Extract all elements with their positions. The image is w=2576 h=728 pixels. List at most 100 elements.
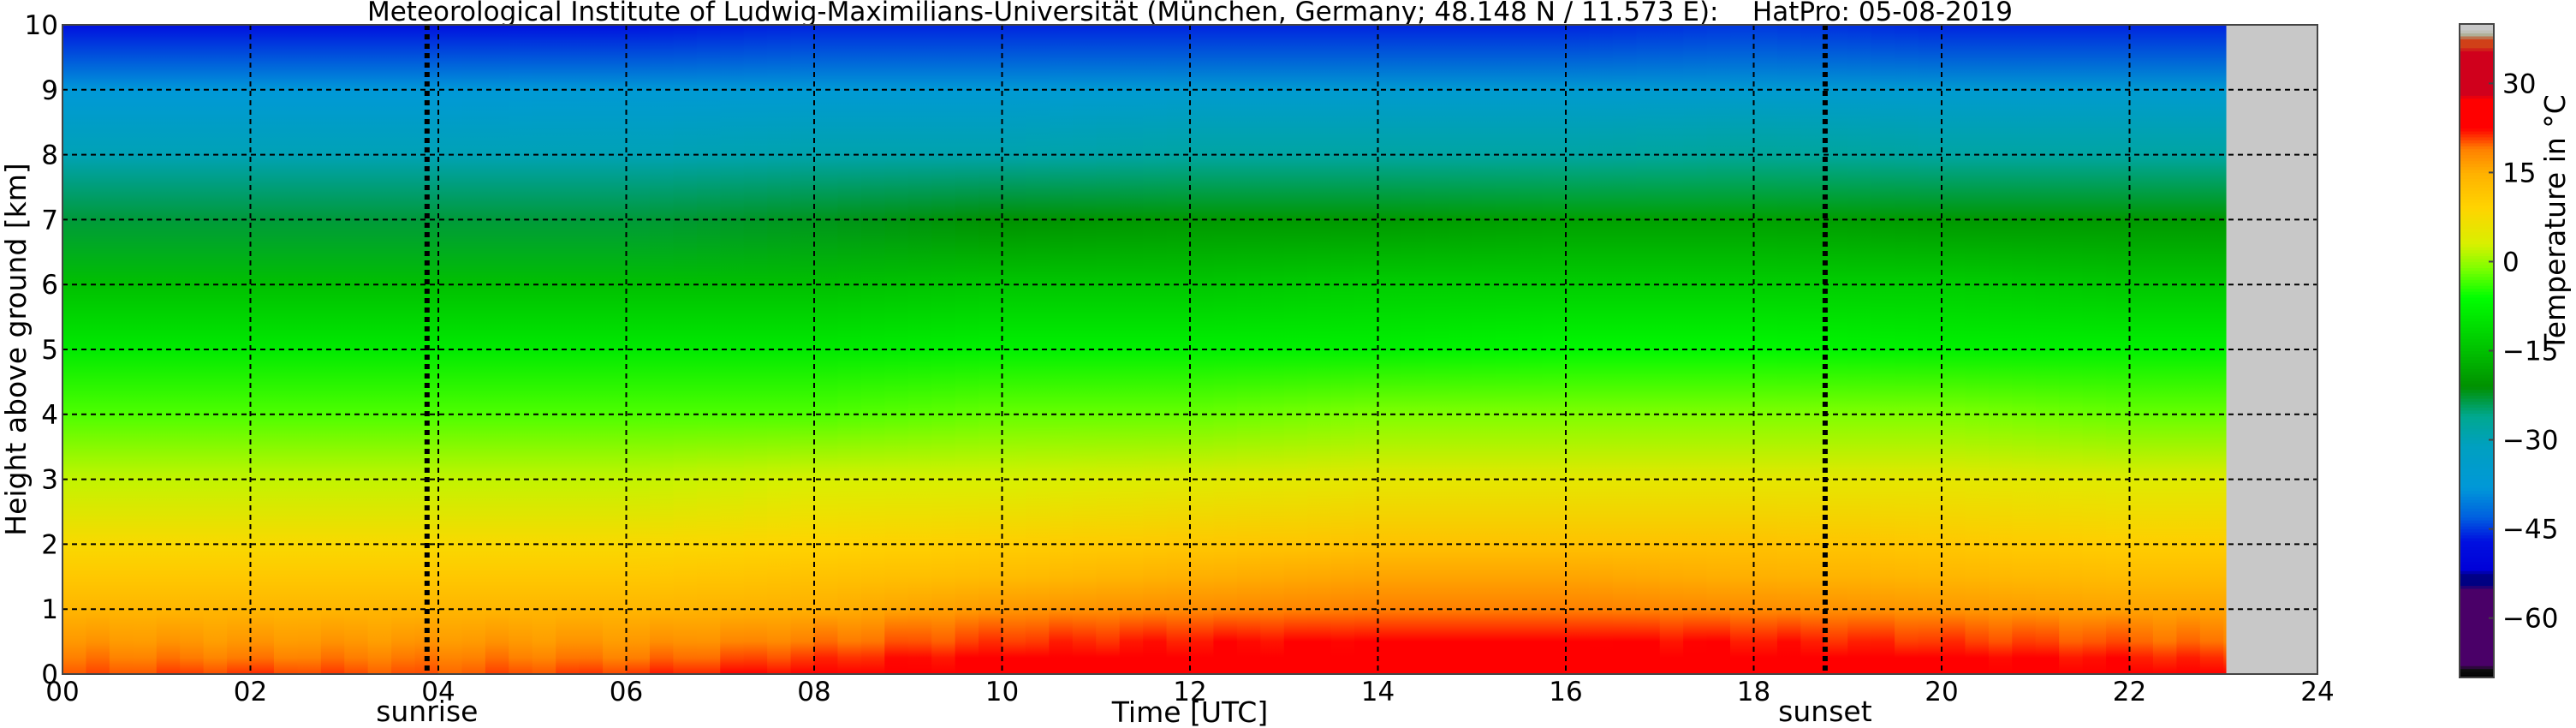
heatmap-column	[133, 25, 158, 674]
heatmap-column	[461, 25, 486, 674]
colorbar-tick-label: −60	[2502, 604, 2558, 635]
colorbar-segment	[2460, 69, 2494, 73]
colorbar-segment	[2460, 118, 2494, 123]
colorbar-segment	[2460, 475, 2494, 480]
colorbar-segment	[2460, 33, 2494, 37]
heatmap-column	[86, 25, 110, 674]
x-tick-label: 24	[2300, 677, 2334, 707]
colorbar-segment	[2460, 107, 2494, 111]
colorbar-segment	[2460, 160, 2494, 164]
colorbar-segment	[2460, 273, 2494, 277]
colorbar-segment	[2460, 95, 2494, 99]
colorbar-segment	[2460, 448, 2494, 453]
colorbar-segment	[2460, 609, 2494, 613]
colorbar-segment	[2460, 225, 2494, 230]
colorbar-segment	[2460, 308, 2494, 313]
colorbar-segment	[2460, 71, 2494, 75]
heatmap-column	[1800, 25, 1825, 674]
colorbar-segment	[2460, 187, 2494, 191]
colorbar-segment	[2460, 291, 2494, 295]
colorbar-segment	[2460, 297, 2494, 301]
colorbar-segment	[2460, 130, 2494, 134]
colorbar-segment	[2460, 63, 2494, 67]
colorbar-segment	[2460, 498, 2494, 503]
colorbar-segment	[2460, 656, 2494, 660]
colorbar-segment	[2460, 594, 2494, 598]
colorbar-segment	[2460, 433, 2494, 438]
colorbar-segment	[2460, 164, 2494, 168]
colorbar-segment	[2460, 597, 2494, 601]
colorbar-segment	[2460, 636, 2494, 640]
heatmap-column	[273, 25, 298, 674]
colorbar-segment	[2460, 630, 2494, 634]
heatmap-column	[1753, 25, 1778, 674]
colorbar-segment	[2460, 492, 2494, 498]
heatmap-column	[509, 25, 533, 674]
colorbar-segment	[2460, 342, 2494, 346]
colorbar-segment	[2460, 671, 2494, 676]
colorbar-segment	[2460, 644, 2494, 648]
y-axis-label: Height above ground [km]	[0, 163, 33, 536]
x-tick-label: 22	[2113, 677, 2146, 707]
colorbar-segment	[2460, 356, 2494, 361]
colorbar-segment	[2460, 235, 2494, 239]
x-tick-label: 18	[1737, 677, 1770, 707]
colorbar-segment	[2460, 409, 2494, 414]
colorbar-segment	[2460, 146, 2494, 150]
colorbar-segment	[2460, 300, 2494, 304]
colorbar-segment	[2460, 124, 2494, 128]
colorbar-segment	[2460, 520, 2494, 524]
colorbar-tick-label: −45	[2502, 515, 2558, 546]
colorbar-segment	[2460, 454, 2494, 458]
colorbar-segment	[2460, 457, 2494, 462]
colorbar-segment	[2460, 431, 2494, 435]
y-tick-label: 3	[41, 465, 58, 496]
colorbar-segment	[2460, 92, 2494, 96]
colorbar-segment	[2460, 320, 2494, 325]
colorbar-segment	[2460, 650, 2494, 654]
colorbar-segment	[2460, 552, 2494, 557]
colorbar-segment	[2460, 377, 2494, 381]
colorbar-segment	[2460, 193, 2494, 197]
y-tick-label: 6	[41, 270, 58, 301]
colorbar-segment	[2460, 591, 2494, 595]
colorbar-segment	[2460, 205, 2494, 209]
colorbar-segment	[2460, 549, 2494, 553]
colorbar-segment	[2460, 472, 2494, 476]
colorbar-segment	[2460, 386, 2494, 391]
colorbar-segment	[2460, 312, 2494, 316]
colorbar-segment	[2460, 98, 2494, 102]
colorbar-segment	[2460, 140, 2494, 144]
colorbar-segment	[2460, 27, 2494, 31]
chart-title: Meteorological Institute of Ludwig-Maxim…	[367, 0, 2013, 27]
colorbar-segment	[2460, 383, 2494, 387]
colorbar-segment	[2460, 237, 2494, 242]
colorbar-segment	[2460, 199, 2494, 203]
colorbar-segment	[2460, 285, 2494, 289]
colorbar-segment	[2460, 401, 2494, 405]
y-tick-label: 8	[41, 140, 58, 171]
heatmap-column	[2129, 25, 2154, 674]
colorbar-segment	[2460, 253, 2494, 257]
colorbar-segment	[2460, 158, 2494, 162]
colorbar-segment	[2460, 603, 2494, 607]
colorbar-segment	[2460, 51, 2494, 55]
colorbar-segment	[2460, 564, 2494, 569]
colorbar-segment	[2460, 443, 2494, 447]
colorbar-segment	[2460, 469, 2494, 474]
colorbar-segment	[2460, 282, 2494, 286]
colorbar-segment	[2460, 397, 2494, 403]
colorbar-segment	[2460, 558, 2494, 563]
colorbar-segment	[2460, 241, 2494, 245]
colorbar-segment	[2460, 582, 2494, 587]
y-tick-label: 10	[25, 10, 58, 41]
colorbar-segment	[2460, 621, 2494, 625]
colorbar-segment	[2460, 77, 2494, 81]
colorbar-segment	[2460, 196, 2494, 200]
colorbar-segment	[2460, 148, 2494, 152]
colorbar-segment	[2460, 546, 2494, 551]
heatmap-column	[1847, 25, 1872, 674]
colorbar-segment	[2460, 314, 2494, 319]
colorbar-segment	[2460, 451, 2494, 456]
colorbar-segment	[2460, 490, 2494, 494]
